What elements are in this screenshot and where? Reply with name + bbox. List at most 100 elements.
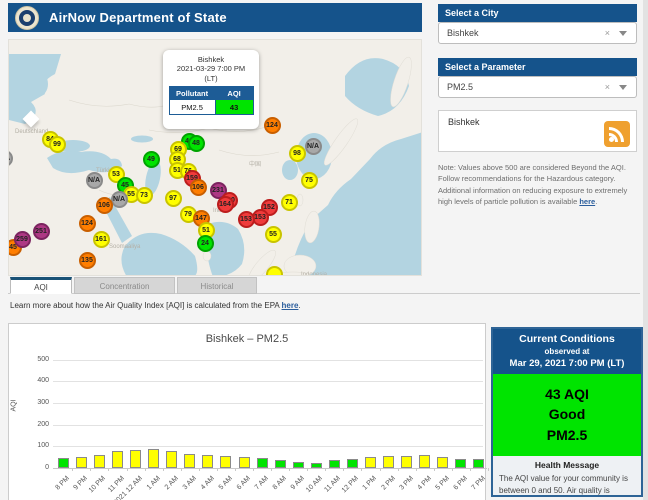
learn-more-period: .: [298, 301, 300, 310]
clear-parameter-icon[interactable]: ×: [605, 77, 610, 97]
chart-bar[interactable]: [365, 457, 376, 468]
popup-col-aqi: AQI: [215, 87, 253, 100]
chart-bar[interactable]: [455, 459, 466, 468]
map-marker[interactable]: 49: [143, 151, 160, 168]
scrollbar[interactable]: [643, 0, 648, 500]
chevron-down-icon[interactable]: [619, 85, 627, 90]
map-marker[interactable]: 48: [188, 135, 205, 152]
chart-x-tick-label: 7 AM: [254, 475, 270, 491]
chart-y-tick-label: 400: [19, 377, 49, 384]
chart-bar[interactable]: [220, 456, 231, 468]
tab-aqi[interactable]: AQI: [10, 277, 72, 294]
note-here-link[interactable]: here: [579, 197, 595, 206]
chart-x-tick: [325, 468, 326, 471]
app-header: AirNow Department of State: [8, 3, 422, 32]
chart-x-tick: [416, 468, 417, 471]
map-marker[interactable]: 164: [217, 196, 234, 213]
map-marker[interactable]: 55: [265, 226, 282, 243]
chart-x-tick-label: 4 AM: [200, 475, 216, 491]
map-marker[interactable]: 251: [33, 223, 50, 240]
chart-x-tick: [253, 468, 254, 471]
chart-bar[interactable]: [184, 454, 195, 468]
chart-bar[interactable]: [437, 457, 448, 468]
city-select[interactable]: Bishkek ×: [438, 22, 637, 44]
map-marker[interactable]: 75: [301, 172, 318, 189]
chart-bar[interactable]: [383, 456, 394, 468]
chart-x-tick: [271, 468, 272, 471]
popup-datetime: 2021-03-29 7:00 PM: [163, 64, 259, 73]
chart-y-axis-label: AQI: [11, 399, 18, 411]
chart-bar[interactable]: [401, 456, 412, 468]
chart-bar[interactable]: [329, 460, 340, 468]
chart-bar[interactable]: [112, 451, 123, 468]
chart-x-tick: [217, 468, 218, 471]
map-marker[interactable]: [266, 266, 283, 277]
map-marker[interactable]: 97: [165, 190, 182, 207]
map-marker[interactable]: 73: [136, 187, 153, 204]
map-marker[interactable]: N/A: [111, 191, 128, 208]
current-conditions-panel: Current Conditions observed at Mar 29, 2…: [491, 327, 643, 497]
department-of-state-seal-icon: [15, 6, 39, 30]
map-marker[interactable]: 106: [190, 179, 207, 196]
tab-historical[interactable]: Historical: [177, 277, 257, 294]
chart-bar[interactable]: [473, 459, 484, 468]
map-marker[interactable]: 99: [49, 136, 66, 153]
map-marker[interactable]: 71: [281, 194, 298, 211]
chart-bar[interactable]: [166, 451, 177, 468]
chart-x-tick: [361, 468, 362, 471]
clear-city-icon[interactable]: ×: [605, 23, 610, 43]
chart-gridline: [53, 446, 483, 447]
chart-x-tick: [470, 468, 471, 471]
chart-bar[interactable]: [257, 458, 268, 468]
chart-bar[interactable]: [94, 455, 105, 468]
map-marker[interactable]: 161: [93, 231, 110, 248]
chart-bar[interactable]: [202, 455, 213, 468]
chart-bar[interactable]: [130, 450, 141, 468]
tab-concentration[interactable]: Concentration: [74, 277, 175, 294]
map-geo-label: Indonesia: [301, 272, 327, 276]
chart-bar[interactable]: [76, 457, 87, 468]
observed-at-label: observed at: [495, 347, 639, 356]
chart-x-tick-label: 7 PM: [470, 475, 487, 492]
chart-x-tick: [199, 468, 200, 471]
map-marker[interactable]: N/A: [305, 138, 322, 155]
learn-more-here-link[interactable]: here: [282, 301, 299, 310]
aqi-map[interactable]: DeutschlandTürkiye中国IndiaSoomaaliyaIndon…: [8, 39, 422, 276]
chart-bar[interactable]: [293, 462, 304, 468]
chart-title: Bishkek – PM2.5: [9, 333, 485, 345]
chart-bar[interactable]: [239, 457, 250, 468]
chart-bar[interactable]: [148, 449, 159, 468]
chart-x-tick: [434, 468, 435, 471]
map-marker[interactable]: 24: [197, 235, 214, 252]
chart-x-tick-label: 3 PM: [398, 475, 415, 492]
map-marker[interactable]: 153: [238, 211, 255, 228]
learn-more-body: Learn more about how the Air Quality Ind…: [10, 301, 282, 310]
rss-icon[interactable]: [604, 121, 630, 147]
chart-bar[interactable]: [311, 463, 322, 468]
chart-bar[interactable]: [347, 459, 358, 468]
map-geo-label: 中国: [249, 159, 261, 168]
popup-col-pollutant: Pollutant: [169, 87, 215, 100]
chart-y-tick-label: 500: [19, 356, 49, 363]
map-marker[interactable]: 124: [264, 117, 281, 134]
map-popup: Bishkek 2021-03-29 7:00 PM (LT) Pollutan…: [163, 50, 259, 129]
chart-x-tick: [307, 468, 308, 471]
chart-bar[interactable]: [58, 458, 69, 468]
chart-x-tick-label: 5 AM: [218, 475, 234, 491]
chart-bar[interactable]: [275, 460, 286, 468]
map-marker[interactable]: N/A: [86, 172, 103, 189]
chart-gridline: [53, 425, 483, 426]
map-marker[interactable]: 98: [289, 145, 306, 162]
chart-bar[interactable]: [419, 455, 430, 468]
popup-aqi-value: 43: [215, 100, 253, 115]
map-marker[interactable]: 106: [96, 197, 113, 214]
map-marker[interactable]: 135: [79, 252, 96, 269]
chevron-down-icon[interactable]: [619, 31, 627, 36]
select-city-header: Select a City: [438, 4, 637, 22]
map-marker[interactable]: 259: [14, 231, 31, 248]
map-marker[interactable]: 124: [79, 215, 96, 232]
current-aqi-block: 43 AQI Good PM2.5: [493, 374, 641, 456]
parameter-select[interactable]: PM2.5 ×: [438, 76, 637, 98]
popup-timezone: (LT): [163, 74, 259, 83]
current-aqi-category: Good: [493, 404, 641, 424]
